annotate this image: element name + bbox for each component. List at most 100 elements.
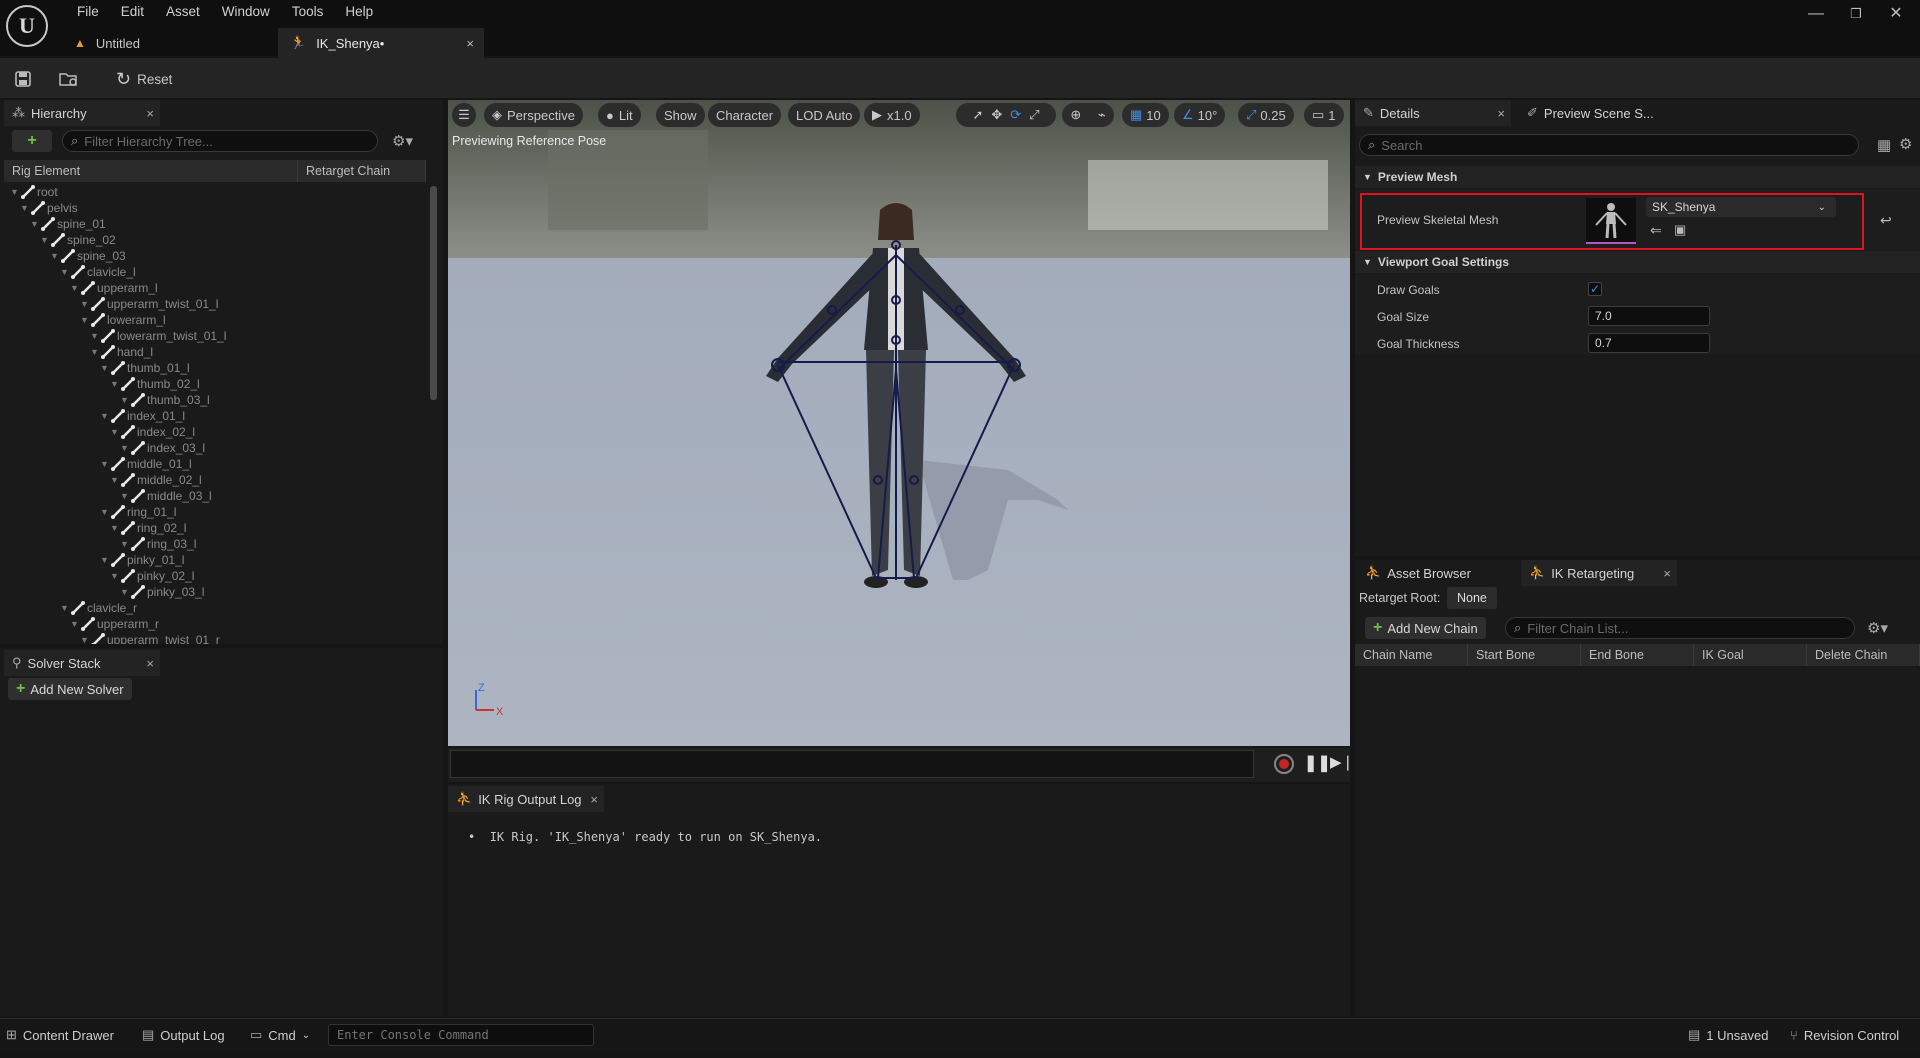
tree-row[interactable]: ▼ clavicle_r [60, 600, 137, 616]
tab-hierarchy[interactable]: ⁂ Hierarchy × [4, 100, 160, 126]
retarget-root-dropdown[interactable]: None [1447, 587, 1497, 609]
expand-arrow-icon[interactable]: ▼ [120, 539, 130, 549]
tree-row[interactable]: ▼ index_01_l [100, 408, 185, 424]
expand-arrow-icon[interactable]: ▼ [110, 379, 120, 389]
character-button[interactable]: Character [708, 103, 782, 127]
tree-row[interactable]: ▼ index_02_l [110, 424, 195, 440]
expand-arrow-icon[interactable]: ▼ [110, 523, 120, 533]
tree-row[interactable]: ▼ thumb_02_l [110, 376, 200, 392]
tree-row[interactable]: ▼ upperarm_twist_01_l [80, 296, 218, 312]
expand-arrow-icon[interactable]: ▼ [80, 635, 90, 644]
col-chain-name[interactable]: Chain Name [1355, 644, 1468, 666]
tree-row[interactable]: ▼ upperarm_twist_01_r [80, 632, 220, 644]
world-icon[interactable]: ⊕ [1070, 107, 1081, 123]
section-preview-mesh[interactable]: ▼ Preview Mesh [1355, 166, 1920, 188]
grid-snap-button[interactable]: ▦ 10 [1122, 103, 1169, 127]
unsaved-indicator[interactable]: ▤ 1 Unsaved [1688, 1024, 1768, 1046]
expand-arrow-icon[interactable]: ▼ [50, 251, 60, 261]
expand-arrow-icon[interactable]: ▼ [110, 427, 120, 437]
close-retargeting-icon[interactable]: × [1663, 566, 1671, 581]
add-new-chain-button[interactable]: + Add New Chain [1365, 617, 1486, 639]
details-search-input[interactable] [1381, 137, 1858, 153]
transform-tools[interactable]: ➚ ✥ ⟳ ⤢ [956, 103, 1056, 127]
surface-snap-icon[interactable]: ⌁ [1098, 107, 1106, 123]
draw-goals-checkbox[interactable]: ✓ [1588, 282, 1602, 296]
tree-row[interactable]: ▼ thumb_03_l [120, 392, 210, 408]
expand-arrow-icon[interactable]: ▼ [100, 507, 110, 517]
expand-arrow-icon[interactable]: ▼ [100, 459, 110, 469]
tab-ik-shenya[interactable]: 🏃 IK_Shenya• × [278, 28, 484, 58]
goal-thickness-field[interactable]: 0.7 [1588, 333, 1710, 353]
tree-row[interactable]: ▼ clavicle_l [60, 264, 136, 280]
console-input-box[interactable] [328, 1024, 594, 1046]
expand-arrow-icon[interactable]: ▼ [120, 587, 130, 597]
console-input[interactable] [337, 1028, 593, 1042]
goal-size-field[interactable]: 7.0 [1588, 306, 1710, 326]
close-solver-icon[interactable]: × [146, 656, 154, 671]
settings-gear-icon[interactable]: ⚙▾ [392, 132, 413, 150]
tab-output-log[interactable]: ⛹ IK Rig Output Log × [448, 786, 604, 812]
play-speed-button[interactable]: ▶ x1.0 [864, 103, 920, 127]
cmd-dropdown[interactable]: ▭ Cmd ⌄ [250, 1024, 310, 1046]
viewport-menu-icon[interactable]: ☰ [452, 103, 476, 127]
menu-file[interactable]: File [66, 3, 110, 20]
tree-row[interactable]: ▼ spine_03 [50, 248, 126, 264]
add-new-solver-button[interactable]: + Add New Solver [8, 678, 132, 700]
col-rig-element[interactable]: Rig Element [4, 160, 298, 182]
angle-snap-button[interactable]: ∠ 10° [1174, 103, 1226, 127]
coord-tools[interactable]: ⊕ ⌁ [1062, 103, 1114, 127]
tree-row[interactable]: ▼ pinky_02_l [110, 568, 194, 584]
select-tool-icon[interactable]: ➚ [972, 107, 983, 123]
browse-asset-icon[interactable] [58, 66, 80, 92]
close-hierarchy-icon[interactable]: × [146, 106, 154, 121]
tree-row[interactable]: ▼ ring_01_l [100, 504, 176, 520]
lod-button[interactable]: LOD Auto [788, 103, 861, 127]
content-drawer-button[interactable]: ⊞ Content Drawer [6, 1024, 114, 1046]
tab-solver-stack[interactable]: ⚲ Solver Stack × [4, 650, 160, 676]
expand-arrow-icon[interactable]: ▼ [70, 619, 80, 629]
scale-snap-button[interactable]: ⤢ 0.25 [1238, 103, 1294, 127]
details-search[interactable]: ⌕ [1359, 134, 1859, 156]
chain-filter-input[interactable] [1527, 620, 1854, 636]
tree-row[interactable]: ▼ middle_03_l [120, 488, 212, 504]
tab-asset-browser[interactable]: ⛹ Asset Browser [1357, 560, 1517, 586]
close-output-log-icon[interactable]: × [590, 792, 598, 807]
col-delete-chain[interactable]: Delete Chain [1807, 644, 1920, 666]
rotate-tool-icon[interactable]: ⟳ [1010, 107, 1021, 123]
menu-edit[interactable]: Edit [110, 3, 155, 20]
close-details-icon[interactable]: × [1497, 106, 1505, 121]
save-icon[interactable] [14, 66, 32, 92]
minimize-icon[interactable]: — [1796, 4, 1836, 24]
expand-arrow-icon[interactable]: ▼ [80, 315, 90, 325]
col-ik-goal[interactable]: IK Goal [1694, 644, 1807, 666]
scale-tool-icon[interactable]: ⤢ [1029, 107, 1039, 123]
tree-row[interactable]: ▼ root [10, 184, 58, 200]
tree-row[interactable]: ▼ ring_02_l [110, 520, 186, 536]
col-start-bone[interactable]: Start Bone [1468, 644, 1581, 666]
camera-speed-button[interactable]: ▭ 1 [1304, 103, 1344, 127]
expand-arrow-icon[interactable]: ▼ [110, 571, 120, 581]
expand-arrow-icon[interactable]: ▼ [70, 283, 80, 293]
expand-arrow-icon[interactable]: ▼ [30, 219, 40, 229]
hierarchy-search-input[interactable] [84, 133, 377, 149]
step-forward-icon[interactable]: ▶❘ [1330, 753, 1354, 771]
menu-asset[interactable]: Asset [155, 3, 211, 20]
expand-arrow-icon[interactable]: ▼ [120, 491, 130, 501]
close-window-icon[interactable]: ✕ [1876, 4, 1916, 24]
tree-row[interactable]: ▼ thumb_01_l [100, 360, 190, 376]
perspective-button[interactable]: ◈ Perspective [484, 103, 583, 127]
tree-row[interactable]: ▼ pinky_01_l [100, 552, 184, 568]
hierarchy-search[interactable]: ⌕ [62, 130, 378, 152]
tree-row[interactable]: ▼ spine_01 [30, 216, 106, 232]
tree-row[interactable]: ▼ upperarm_r [70, 616, 159, 632]
tree-row[interactable]: ▼ pinky_03_l [120, 584, 204, 600]
expand-arrow-icon[interactable]: ▼ [110, 475, 120, 485]
expand-arrow-icon[interactable]: ▼ [100, 411, 110, 421]
tree-row[interactable]: ▼ middle_02_l [110, 472, 202, 488]
tree-row[interactable]: ▼ lowerarm_twist_01_l [90, 328, 226, 344]
menu-tools[interactable]: Tools [281, 3, 335, 20]
tab-preview-scene[interactable]: ✐ Preview Scene S... [1521, 100, 1691, 126]
expand-arrow-icon[interactable]: ▼ [60, 603, 70, 613]
unreal-logo-icon[interactable]: U [6, 5, 48, 47]
tree-row[interactable]: ▼ middle_01_l [100, 456, 192, 472]
